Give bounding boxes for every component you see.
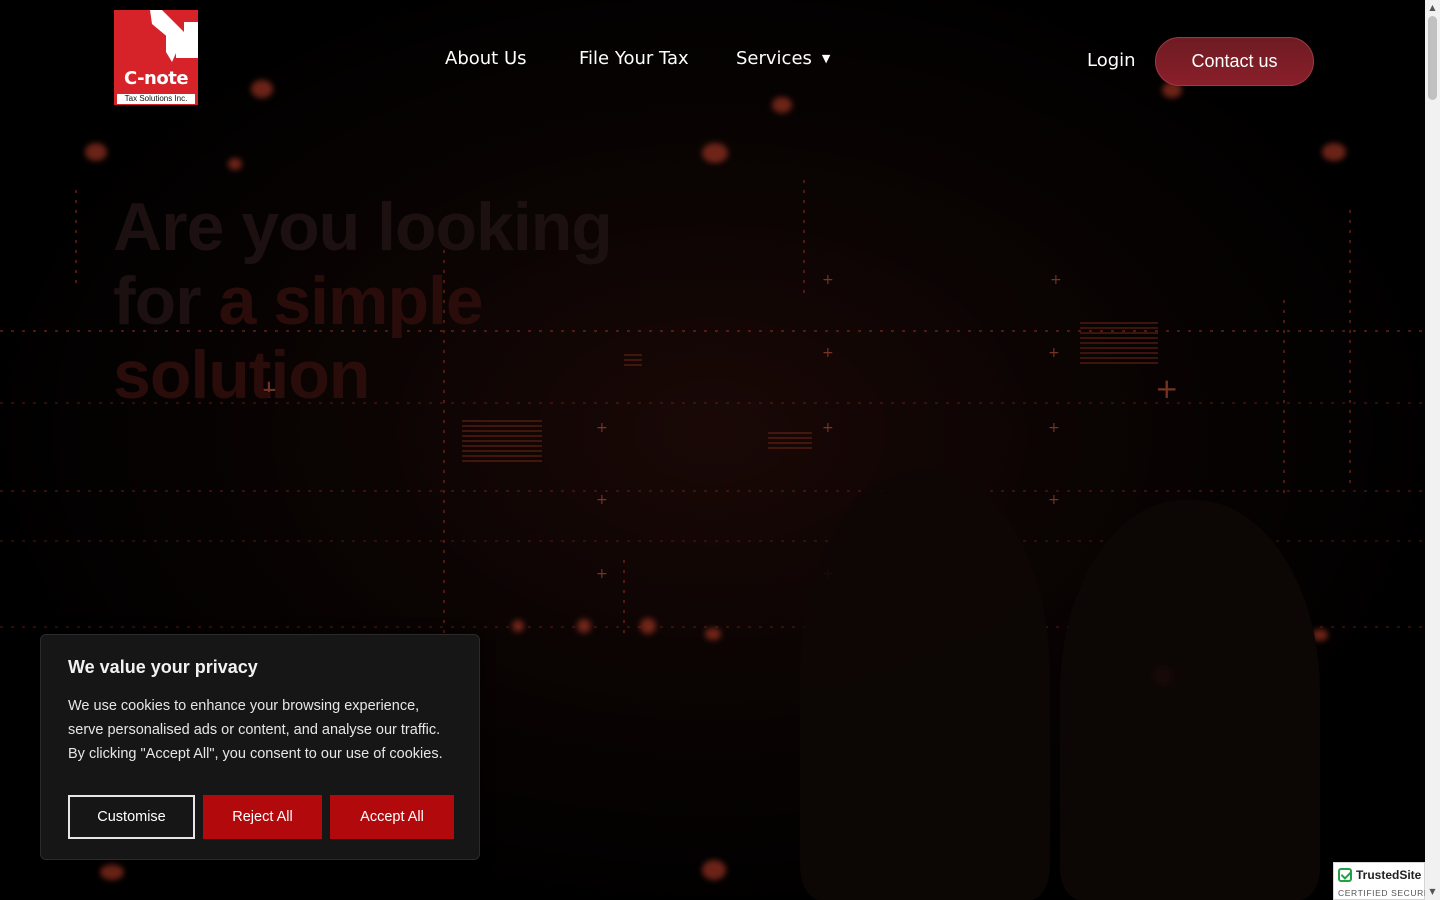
contact-us-button[interactable]: Contact us: [1155, 37, 1314, 86]
hero-title: Are you looking for a simple solution: [113, 190, 753, 412]
logo[interactable]: C-note Tax Solutions Inc.: [114, 10, 198, 105]
page: + + + + + + + + + + + + + Are you lookin…: [0, 0, 1425, 900]
scroll-up-arrow-icon[interactable]: ▲: [1428, 3, 1437, 12]
cookie-consent-banner: We value your privacy We use cookies to …: [40, 634, 480, 860]
hero-title-line2: for a simple solution: [113, 264, 753, 412]
nav-about-us[interactable]: About Us: [445, 48, 527, 69]
chevron-down-icon: ▼: [821, 52, 831, 65]
scrollbar-thumb[interactable]: [1428, 16, 1437, 100]
trustedsite-badge[interactable]: TrustedSite CERTIFIED SECURE: [1333, 862, 1425, 900]
checkmark-icon: [1338, 868, 1352, 882]
trustedsite-name: TrustedSite: [1356, 868, 1422, 882]
reject-all-button[interactable]: Reject All: [203, 795, 322, 839]
login-link[interactable]: Login: [1087, 50, 1136, 71]
trustedsite-subtitle: CERTIFIED SECURE: [1338, 888, 1425, 898]
logo-arrow-icon: [150, 10, 198, 62]
page-scrollbar[interactable]: ▲ ▼: [1425, 0, 1440, 900]
nav-file-your-tax[interactable]: File Your Tax: [579, 48, 689, 69]
hero-title-line1: Are you looking: [113, 189, 613, 265]
nav-services[interactable]: Services ▼: [736, 48, 830, 69]
nav-services-label: Services: [736, 48, 812, 69]
logo-name: C-note: [123, 68, 189, 89]
cookie-banner-title: We value your privacy: [68, 657, 258, 677]
cookie-banner-text: We use cookies to enhance your browsing …: [68, 698, 443, 762]
accept-all-button[interactable]: Accept All: [330, 795, 454, 839]
scroll-down-arrow-icon[interactable]: ▼: [1428, 887, 1437, 896]
hero-title-prefix: for: [113, 263, 202, 339]
customise-button[interactable]: Customise: [68, 795, 195, 839]
logo-subtitle: Tax Solutions Inc.: [117, 94, 195, 104]
